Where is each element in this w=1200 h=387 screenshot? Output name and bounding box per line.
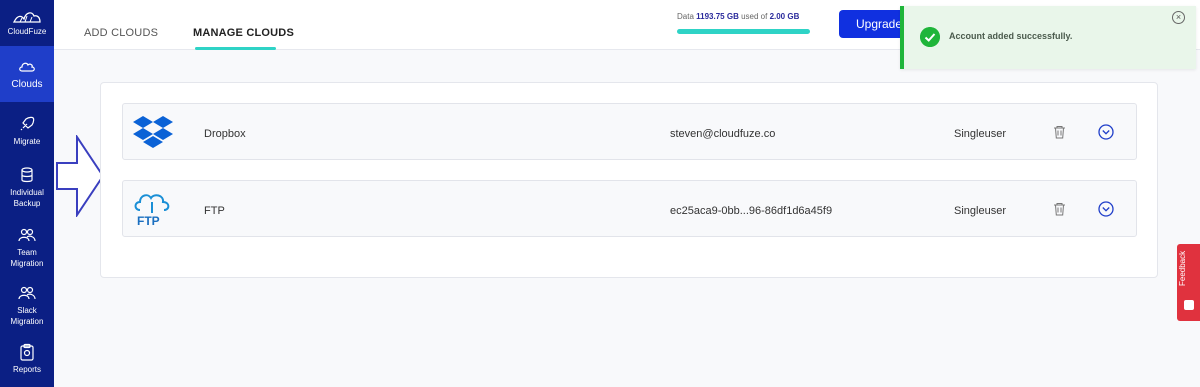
trash-icon[interactable] [1053,125,1066,139]
storage-total: 2.00 GB [769,12,800,21]
sidebar-item-label: Slack Migration [10,305,44,326]
chevron-down-icon[interactable] [1098,201,1114,217]
cloud-user-type: Singleuser [954,128,1006,140]
toast-message: Account added successfully. [949,31,1073,41]
svg-text:FTP: FTP [137,214,160,228]
feedback-label: Feedback [1178,250,1187,286]
ftp-cloud-icon: FTP [134,194,170,228]
storage-prefix: Data [677,12,694,21]
feedback-button[interactable]: Feedback [1177,244,1200,321]
upgrade-button[interactable]: Upgrade [839,10,909,38]
cloud-row[interactable]: FTP FTP ec25aca9-0bb...96-86df1d6a45f9 S… [122,180,1137,237]
sidebar-item-label: Team Migration [10,247,44,268]
sidebar-item-label: Individual Backup [10,187,44,208]
sidebar-item-slack-migration[interactable]: Slack Migration [0,276,54,334]
chevron-down-icon[interactable] [1098,124,1114,140]
sidebar-item-label: Migrate [13,137,41,146]
database-icon [21,166,33,182]
active-tab-indicator [195,47,276,50]
success-toast: Account added successfully. × [900,6,1196,69]
storage-used: 1193.75 GB [696,12,739,21]
manage-clouds-panel: Dropbox steven@cloudfuze.co Singleuser F… [100,82,1158,278]
storage-usage-text: Data 1193.75 GB used of 2.00 GB [677,12,799,21]
sidebar-item-clouds[interactable]: Clouds [0,46,54,102]
dropbox-icon [133,116,173,148]
sidebar-item-label: Clouds [11,79,43,90]
users-icon [18,228,36,241]
storage-middle: used of [741,12,768,21]
cloudfuze-logo[interactable]: CloudFuze [0,0,54,46]
check-circle-icon [920,27,940,47]
sidebar-item-migrate[interactable]: Migrate [0,106,54,156]
cloud-account: steven@cloudfuze.co [670,128,776,140]
sidebar-item-team-migration[interactable]: Team Migration [0,218,54,276]
cloudfuze-logo-icon [12,12,41,23]
cloud-name: Dropbox [204,128,246,140]
cloud-name: FTP [204,205,225,217]
trash-icon[interactable] [1053,202,1066,216]
clipboard-icon [20,343,34,361]
sidebar-item-label: Reports [12,365,41,374]
arrow-right-icon [56,135,105,217]
cloud-account: ec25aca9-0bb...96-86df1d6a45f9 [670,205,833,217]
users-icon [18,286,36,299]
feedback-icon [1184,300,1194,310]
tab-add-clouds[interactable]: ADD CLOUDS [84,27,158,39]
cloud-user-type: Singleuser [954,205,1006,217]
cloud-icon [19,62,35,72]
sidebar-item-individual-backup[interactable]: Individual Backup [0,156,54,218]
sidebar: CloudFuze Clouds Migrate Individual Back… [0,0,54,387]
close-icon[interactable]: × [1172,11,1185,24]
tab-manage-clouds[interactable]: MANAGE CLOUDS [193,27,294,39]
rocket-icon [20,116,35,131]
storage-progress-bar [677,29,810,34]
cloud-row[interactable]: Dropbox steven@cloudfuze.co Singleuser [122,103,1137,160]
sidebar-item-reports[interactable]: Reports [0,334,54,384]
logo-text: CloudFuze [7,27,47,36]
